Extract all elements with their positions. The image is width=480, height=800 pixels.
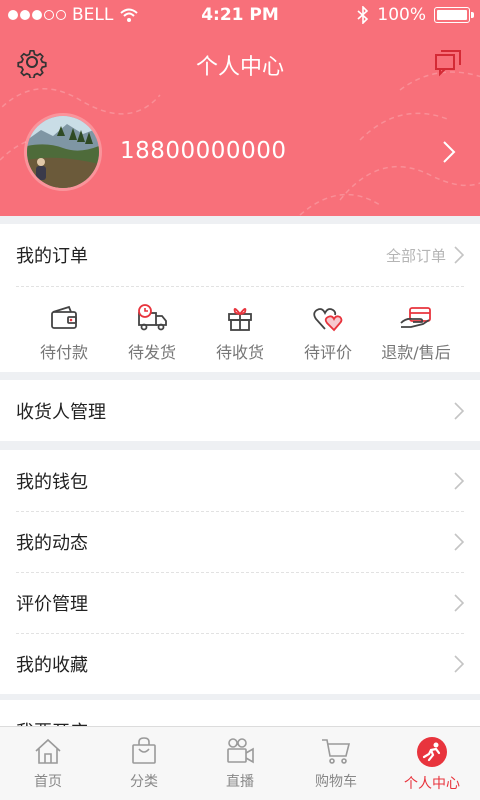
shopping-bag-icon: [132, 737, 156, 764]
order-refund-aftersale[interactable]: 退款/售后: [372, 287, 460, 372]
battery-percent: 100%: [377, 5, 426, 25]
tab-home[interactable]: 首页: [0, 727, 96, 800]
receiver-management-label: 收货人管理: [16, 401, 106, 423]
tab-cart[interactable]: 购物车: [288, 727, 384, 800]
chevron-right-icon: [454, 401, 464, 420]
order-pending-review[interactable]: 待评价: [284, 287, 372, 372]
home-icon: [35, 738, 61, 764]
wallet-icon: [51, 305, 77, 329]
favorites-label: 我的收藏: [16, 654, 88, 676]
tab-profile[interactable]: 个人中心: [384, 727, 480, 800]
my-orders-row[interactable]: 我的订单 全部订单: [0, 224, 480, 286]
activity-row[interactable]: 我的动态: [0, 511, 480, 572]
order-label: 待评价: [303, 343, 352, 362]
page-title: 个人中心: [195, 55, 284, 80]
order-pending-receipt[interactable]: 待收货: [196, 287, 284, 372]
chat-icon: [435, 50, 461, 77]
bottom-tab-bar: 首页 分类 直播 购物车 个人中心: [0, 726, 480, 800]
tab-label: 购物车: [315, 774, 357, 790]
order-status-bar: 待付款 待发货 待收货 待评价 退款/售后: [16, 286, 464, 372]
chevron-right-icon: [454, 471, 464, 490]
messages-button[interactable]: [432, 46, 464, 78]
chevron-right-icon: [443, 141, 456, 163]
status-bar: BELL 4:21 PM 100%: [0, 0, 480, 32]
chevron-right-icon: [454, 593, 464, 612]
wallet-row[interactable]: 我的钱包: [0, 450, 480, 511]
bluetooth-icon: [357, 6, 369, 24]
phone-number: 18800000000: [120, 138, 287, 164]
chevron-right-icon: [454, 246, 464, 264]
orders-card: 我的订单 全部订单 待付款 待发货 待收货 待评价 退款/售后: [0, 224, 480, 372]
refund-card-icon: [400, 307, 431, 328]
chevron-right-icon: [454, 532, 464, 551]
receiver-management-row[interactable]: 收货人管理: [0, 380, 480, 441]
gift-icon: [228, 308, 252, 331]
profile-run-icon: [417, 737, 447, 767]
menu-card: 我的钱包 我的动态 评价管理 我的收藏: [0, 450, 480, 694]
reviews-row[interactable]: 评价管理: [0, 572, 480, 633]
status-right: 100%: [357, 5, 474, 25]
all-orders-link[interactable]: 全部订单: [386, 245, 446, 266]
activity-label: 我的动态: [16, 532, 88, 554]
order-label: 待收货: [215, 343, 264, 362]
profile-row[interactable]: 18800000000: [0, 110, 480, 194]
avatar[interactable]: [24, 113, 102, 191]
order-pending-shipment[interactable]: 待发货: [108, 287, 196, 372]
avatar-photo: [27, 116, 99, 188]
my-orders-title: 我的订单: [16, 246, 88, 267]
order-label: 待付款: [39, 343, 88, 362]
order-label: 待发货: [127, 343, 176, 362]
profile-header: BELL 4:21 PM 100% 个人中心 18800000000: [0, 0, 480, 216]
wallet-label: 我的钱包: [16, 471, 88, 493]
tab-live[interactable]: 直播: [192, 727, 288, 800]
receiver-card: 收货人管理: [0, 380, 480, 441]
chevron-right-icon: [454, 654, 464, 673]
reviews-label: 评价管理: [16, 593, 88, 615]
tab-label: 直播: [226, 774, 254, 790]
battery-icon: [434, 7, 474, 23]
tab-category[interactable]: 分类: [96, 727, 192, 800]
hearts-icon: [313, 308, 343, 332]
order-label: 退款/售后: [381, 343, 451, 362]
tab-label: 首页: [34, 774, 62, 790]
favorites-row[interactable]: 我的收藏: [0, 633, 480, 694]
order-pending-payment[interactable]: 待付款: [20, 287, 108, 372]
battery-level: [437, 10, 467, 20]
video-camera-icon: [227, 738, 254, 764]
tab-label: 个人中心: [404, 776, 460, 792]
cart-icon: [322, 739, 351, 764]
tab-label: 分类: [130, 774, 158, 790]
truck-icon: [138, 304, 167, 331]
